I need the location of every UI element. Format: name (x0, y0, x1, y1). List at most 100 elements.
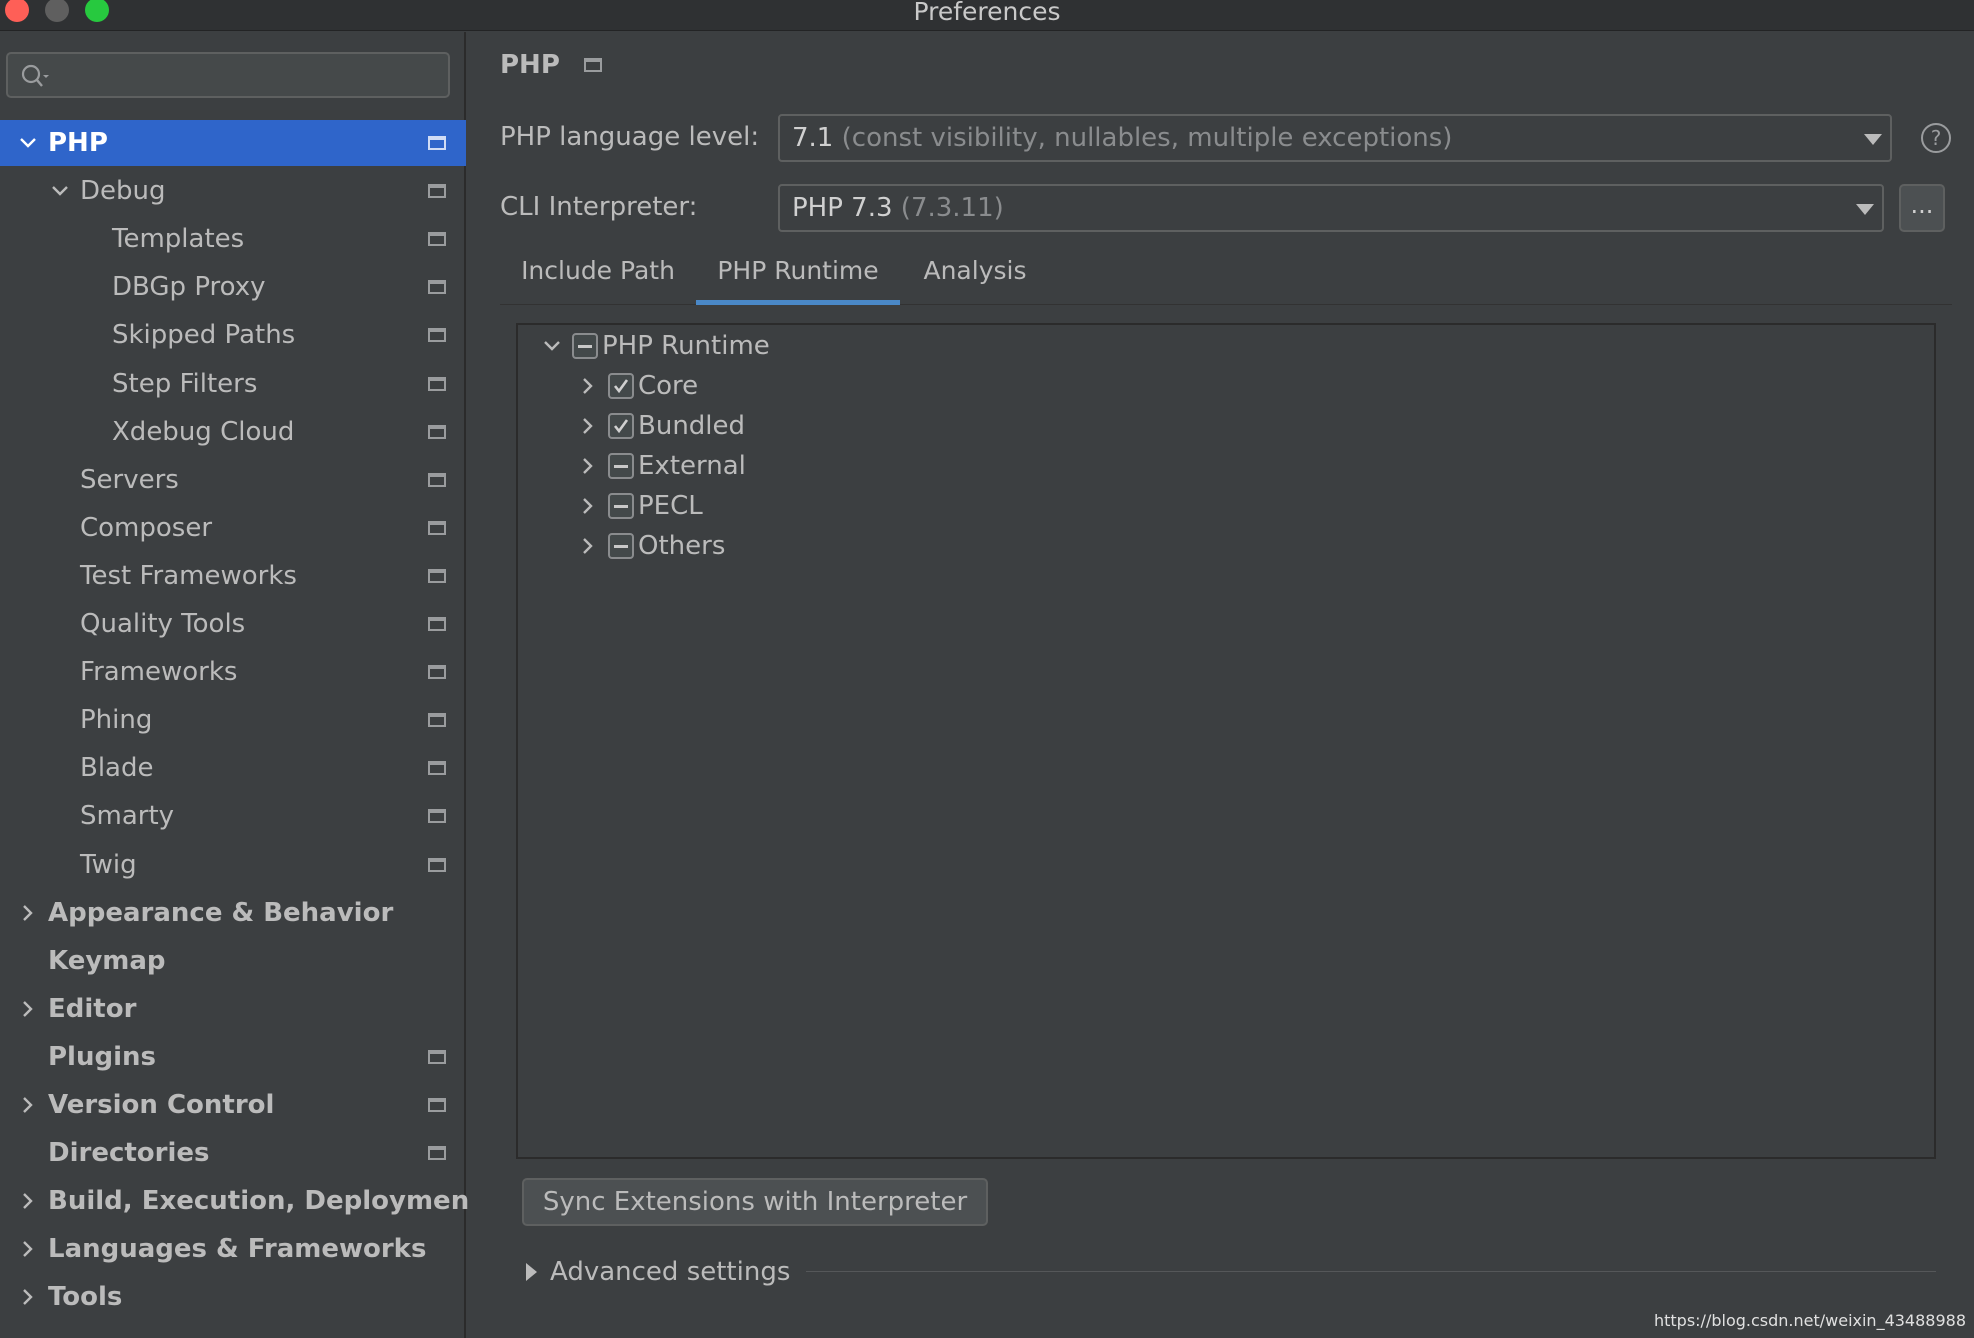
sidebar-item[interactable]: Editor (0, 986, 466, 1032)
sidebar-item[interactable]: Step Filters (0, 361, 466, 407)
runtime-node-checkbox[interactable] (608, 493, 634, 519)
chevron-right-icon[interactable] (18, 1287, 38, 1307)
settings-tabs: Include Path PHP Runtime Analysis (500, 247, 1952, 305)
chevron-right-icon[interactable] (18, 1239, 38, 1259)
sidebar-item[interactable]: Version Control (0, 1082, 466, 1128)
runtime-node-label: Others (638, 531, 726, 561)
sidebar-item[interactable]: Plugins (0, 1034, 466, 1080)
cli-interpreter-value: PHP 7.3 (792, 193, 893, 223)
runtime-node-label: PECL (638, 491, 703, 521)
sidebar-item-label: Xdebug Cloud (112, 416, 295, 447)
project-scope-icon (428, 1146, 446, 1161)
advanced-settings-label: Advanced settings (550, 1257, 791, 1287)
sidebar-item-label: Skipped Paths (112, 320, 296, 351)
chevron-right-icon[interactable] (578, 416, 598, 436)
sidebar-item[interactable]: Phing (0, 697, 466, 743)
project-scope-icon (428, 472, 446, 487)
checkmark-icon (613, 419, 629, 434)
language-level-select[interactable]: 7.1 (const visibility, nullables, multip… (778, 114, 1892, 162)
sidebar-item-label: Smarty (80, 801, 175, 832)
sidebar-item[interactable]: Composer (0, 505, 466, 551)
project-scope-icon (428, 568, 446, 583)
chevron-right-icon[interactable] (578, 536, 598, 556)
sidebar-item[interactable]: Templates (0, 216, 466, 262)
sidebar-item-label: Languages & Frameworks (48, 1234, 427, 1265)
project-scope-icon (428, 1049, 446, 1064)
chevron-right-icon[interactable] (18, 1191, 38, 1211)
chevron-down-icon[interactable] (18, 133, 38, 153)
checkmark-icon (613, 379, 629, 394)
project-scope-icon (428, 857, 446, 872)
chevron-right-icon[interactable] (18, 1095, 38, 1115)
sidebar-item-label: Composer (80, 512, 213, 543)
tab-php-runtime[interactable]: PHP Runtime (696, 247, 900, 305)
sidebar-item[interactable]: Frameworks (0, 649, 466, 695)
runtime-node-label: Core (638, 371, 699, 401)
sidebar-item[interactable]: Test Frameworks (0, 553, 466, 599)
chevron-right-icon[interactable] (578, 376, 598, 396)
chevron-right-icon[interactable] (578, 496, 598, 516)
project-scope-icon (428, 232, 446, 247)
sidebar-item[interactable]: Blade (0, 745, 466, 791)
sidebar-item[interactable]: Servers (0, 457, 466, 503)
search-input[interactable] (6, 52, 450, 98)
tab-analysis[interactable]: Analysis (900, 247, 1050, 305)
help-icon[interactable]: ? (1921, 123, 1951, 153)
sidebar-item[interactable]: Twig (0, 842, 466, 888)
runtime-node-checkbox[interactable] (608, 453, 634, 479)
sidebar-item[interactable]: PHP (0, 120, 466, 166)
sidebar-item[interactable]: Xdebug Cloud (0, 409, 466, 455)
sidebar-item-label: Frameworks (80, 657, 238, 688)
chevron-right-icon[interactable] (18, 903, 38, 923)
sidebar-item[interactable]: Languages & Frameworks (0, 1226, 466, 1272)
browse-interpreters-button[interactable]: ... (1899, 184, 1945, 232)
project-scope-icon (428, 761, 446, 776)
runtime-node-checkbox[interactable] (608, 413, 634, 439)
project-scope-icon (428, 424, 446, 439)
sidebar-item-label: PHP (48, 128, 108, 158)
runtime-node-label: Bundled (638, 411, 746, 441)
project-scope-icon (428, 376, 446, 391)
sidebar-item[interactable]: Directories (0, 1130, 466, 1176)
sidebar-item[interactable]: Keymap (0, 938, 466, 984)
chevron-down-icon (1856, 204, 1874, 215)
sidebar-item-label: Appearance & Behavior (48, 897, 394, 928)
language-level-hint: (const visibility, nullables, multiple e… (841, 123, 1453, 153)
project-scope-icon (428, 617, 446, 631)
sidebar-item-label: Servers (80, 464, 179, 495)
tab-include-path[interactable]: Include Path (500, 247, 696, 305)
sidebar-item-label: Editor (48, 993, 137, 1024)
chevron-right-icon[interactable] (18, 999, 38, 1019)
sidebar-item[interactable]: Tools (0, 1274, 466, 1320)
cli-interpreter-select[interactable]: PHP 7.3 (7.3.11) (778, 184, 1884, 232)
sidebar-item-label: DBGp Proxy (112, 272, 266, 303)
sidebar-item[interactable]: Build, Execution, Deployment (0, 1178, 482, 1224)
chevron-right-icon[interactable] (578, 456, 598, 476)
project-scope-icon (428, 809, 446, 824)
runtime-node-label: External (638, 451, 746, 481)
sidebar-item-label: Quality Tools (80, 609, 246, 639)
sidebar-item[interactable]: Skipped Paths (0, 312, 466, 358)
sidebar-item[interactable]: Appearance & Behavior (0, 890, 466, 936)
sidebar-item[interactable]: Debug (0, 168, 466, 214)
runtime-root-checkbox[interactable] (572, 333, 598, 359)
sidebar-item[interactable]: Quality Tools (0, 601, 466, 647)
project-scope-icon (428, 713, 446, 728)
chevron-down-icon[interactable] (542, 336, 562, 356)
disclosure-triangle-icon[interactable] (526, 1263, 537, 1281)
runtime-node-checkbox[interactable] (608, 533, 634, 559)
sidebar-item[interactable]: Smarty (0, 793, 466, 839)
runtime-root-label: PHP Runtime (602, 331, 770, 361)
sync-extensions-button[interactable]: Sync Extensions with Interpreter (522, 1178, 988, 1226)
sidebar-item-label: Directories (48, 1138, 210, 1169)
sidebar-item-label: Build, Execution, Deployment (48, 1186, 482, 1217)
sidebar-item-label: Keymap (48, 945, 166, 976)
chevron-down-icon[interactable] (50, 181, 70, 201)
sidebar-item-label: Debug (80, 176, 166, 207)
project-scope-icon (428, 184, 446, 199)
sidebar-item[interactable]: DBGp Proxy (0, 264, 466, 310)
runtime-node-checkbox[interactable] (608, 373, 634, 399)
runtime-tree-panel: PHP Runtime Core Bundled External PECL Other… (516, 323, 1936, 1159)
project-scope-icon (428, 1098, 446, 1112)
project-scope-icon (584, 58, 602, 72)
